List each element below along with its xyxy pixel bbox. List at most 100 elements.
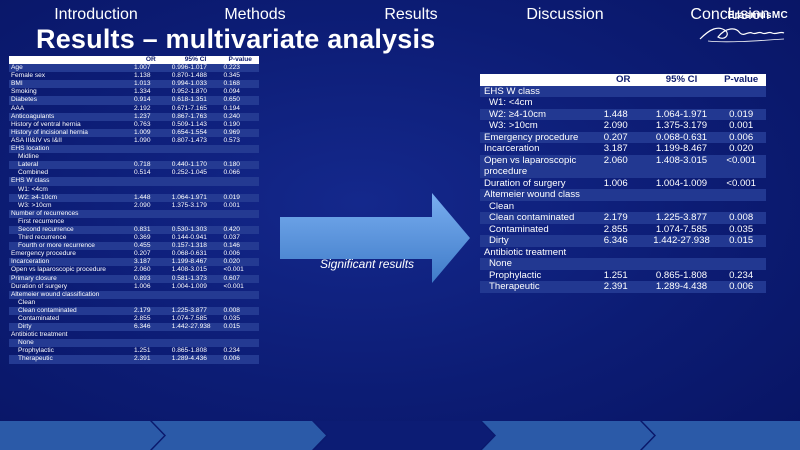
table-row: Female sex 1.138 0.870-1.488 0.345 <box>9 72 259 80</box>
ci-value: 0.440-1.170 <box>169 161 222 170</box>
row-label: Duration of surgery <box>11 282 68 290</box>
row-label: Third recurrence <box>18 234 67 242</box>
ci-value <box>647 201 717 213</box>
ci-value: 0.870-1.488 <box>171 72 207 80</box>
section-nav-bar <box>0 421 800 450</box>
or-value: 1.448 <box>132 193 170 202</box>
p-value <box>221 177 259 186</box>
table-row: History of incisional hernia 1.009 0.654-1… <box>9 128 259 137</box>
ci-value: 1.442-27.938 <box>646 235 717 247</box>
row-label: First recurrence <box>18 217 65 225</box>
table-row: Duration of surgery 1.006 1.004-1.009 <0.00… <box>9 283 259 291</box>
table-row: Clean <box>480 201 766 213</box>
row-label: Clean <box>18 298 36 306</box>
p-value: 0.420 <box>221 225 259 235</box>
row-label: Emergency procedure <box>480 131 600 143</box>
table-row: Age 1.007 0.996-1.017 0.223 <box>9 64 259 73</box>
or-value <box>132 290 170 299</box>
ci-value <box>169 209 222 218</box>
table-row: Dirty 6.346 1.442-27.938 0.015 <box>9 323 259 332</box>
ci-value: 1.375-3.179 <box>171 201 207 209</box>
table-row: Contaminated 2.855 1.074-7.585 0.035 <box>9 315 259 323</box>
nav-discussion[interactable]: Discussion <box>490 0 640 29</box>
ci-value: 1.199-8.467 <box>169 258 222 267</box>
p-value: 0.190 <box>223 120 240 128</box>
ci-value <box>170 331 222 339</box>
or-value: 1.006 <box>134 282 151 290</box>
nav-segment-results[interactable] <box>314 421 494 450</box>
p-value <box>716 85 766 97</box>
table-row: Duration of surgery 1.006 1.004-1.009 <0.00… <box>480 178 766 190</box>
header-cell: P-value <box>221 56 259 65</box>
p-value: 0.573 <box>223 136 240 144</box>
p-value: 0.234 <box>729 269 754 281</box>
table-row: Diabetes 0.914 0.618-1.351 0.650 <box>9 96 259 105</box>
arrow-label: Significant results <box>320 257 415 271</box>
p-value: <0.001 <box>716 154 766 178</box>
row-label: W1: <4cm <box>18 185 48 193</box>
table-row: Primary closure 0.893 0.581-1.373 0.607 <box>9 274 259 283</box>
table-row: W2: ≥4-10cm 1.448 1.064-1.971 0.019 <box>9 193 259 202</box>
ci-value: 0.996-1.017 <box>169 64 222 73</box>
row-label: Prophylactic <box>489 269 542 281</box>
table-row: None <box>9 339 259 348</box>
p-value: 0.008 <box>221 306 259 315</box>
ci-value: 1.408-3.015 <box>646 154 717 178</box>
header-cell: OR <box>599 74 647 86</box>
or-value: 1.009 <box>132 128 170 137</box>
nav-methods[interactable]: Methods <box>180 0 330 29</box>
nav-results[interactable]: Results <box>336 0 486 29</box>
or-value <box>132 339 170 348</box>
table-row: Clean contaminated 2.179 1.225-3.877 0.008 <box>9 306 259 315</box>
or-value: 2.855 <box>134 315 151 322</box>
ci-value: 0.581-1.373 <box>169 274 222 283</box>
table-row: Altemeier wound classification <box>9 290 259 299</box>
nav-segment-conclusion[interactable] <box>642 421 800 450</box>
or-value <box>600 247 647 259</box>
p-value: 0.006 <box>716 131 766 143</box>
ci-value: 0.867-1.763 <box>169 112 222 121</box>
row-label: Therapeutic <box>480 281 600 293</box>
header-cell: OR <box>132 56 170 65</box>
p-value: 0.969 <box>221 128 259 137</box>
or-value <box>132 186 170 194</box>
nav-introduction[interactable]: Introduction <box>20 0 172 29</box>
row-label: Antibiotic treatment <box>484 246 567 258</box>
ci-value <box>170 299 222 307</box>
nav-segment-introduction[interactable] <box>0 421 164 450</box>
or-value: 1.006 <box>603 177 628 189</box>
p-value <box>716 189 766 201</box>
p-value: 0.008 <box>716 212 766 224</box>
ci-value: 0.618-1.351 <box>169 96 222 105</box>
nav-segment-methods[interactable] <box>152 421 326 450</box>
header-cell: P-value <box>716 74 766 86</box>
nav-conclusion[interactable]: Conclusion <box>650 0 800 29</box>
row-label: Dirty <box>480 235 600 247</box>
ci-value <box>169 177 222 186</box>
table-row: Third recurrence 0.369 0.144-0.941 0.037 <box>9 234 259 242</box>
p-value <box>221 209 259 218</box>
p-value: <0.001 <box>223 266 244 274</box>
row-label: AAA <box>11 104 25 112</box>
table-header-row: OR 95% CI P-value <box>9 56 259 65</box>
or-value: 0.207 <box>134 250 151 258</box>
or-value <box>132 153 170 161</box>
p-value: 0.037 <box>223 234 240 242</box>
p-value <box>221 331 259 339</box>
or-value <box>599 189 647 201</box>
or-value: 1.138 <box>134 72 151 80</box>
row-label: Altemeier wound class <box>480 189 600 201</box>
p-value: 0.006 <box>223 250 240 258</box>
or-value: 1.448 <box>599 108 647 120</box>
row-label: Incarceration <box>9 258 132 267</box>
p-value: 0.234 <box>223 347 240 355</box>
nav-segment-discussion[interactable] <box>482 421 654 450</box>
table-row: Emergency procedure 0.207 0.068-0.631 0.006 <box>9 250 259 258</box>
p-value <box>221 290 259 299</box>
or-value: 0.207 <box>599 131 647 143</box>
table-row: Dirty 6.346 1.442-27.938 0.015 <box>480 235 766 247</box>
or-value: 0.514 <box>134 169 151 177</box>
table-row: Open vs laparoscopic procedure 2.060 1.408… <box>9 266 259 274</box>
or-value: 2.090 <box>134 201 151 209</box>
header-cell <box>9 56 132 65</box>
